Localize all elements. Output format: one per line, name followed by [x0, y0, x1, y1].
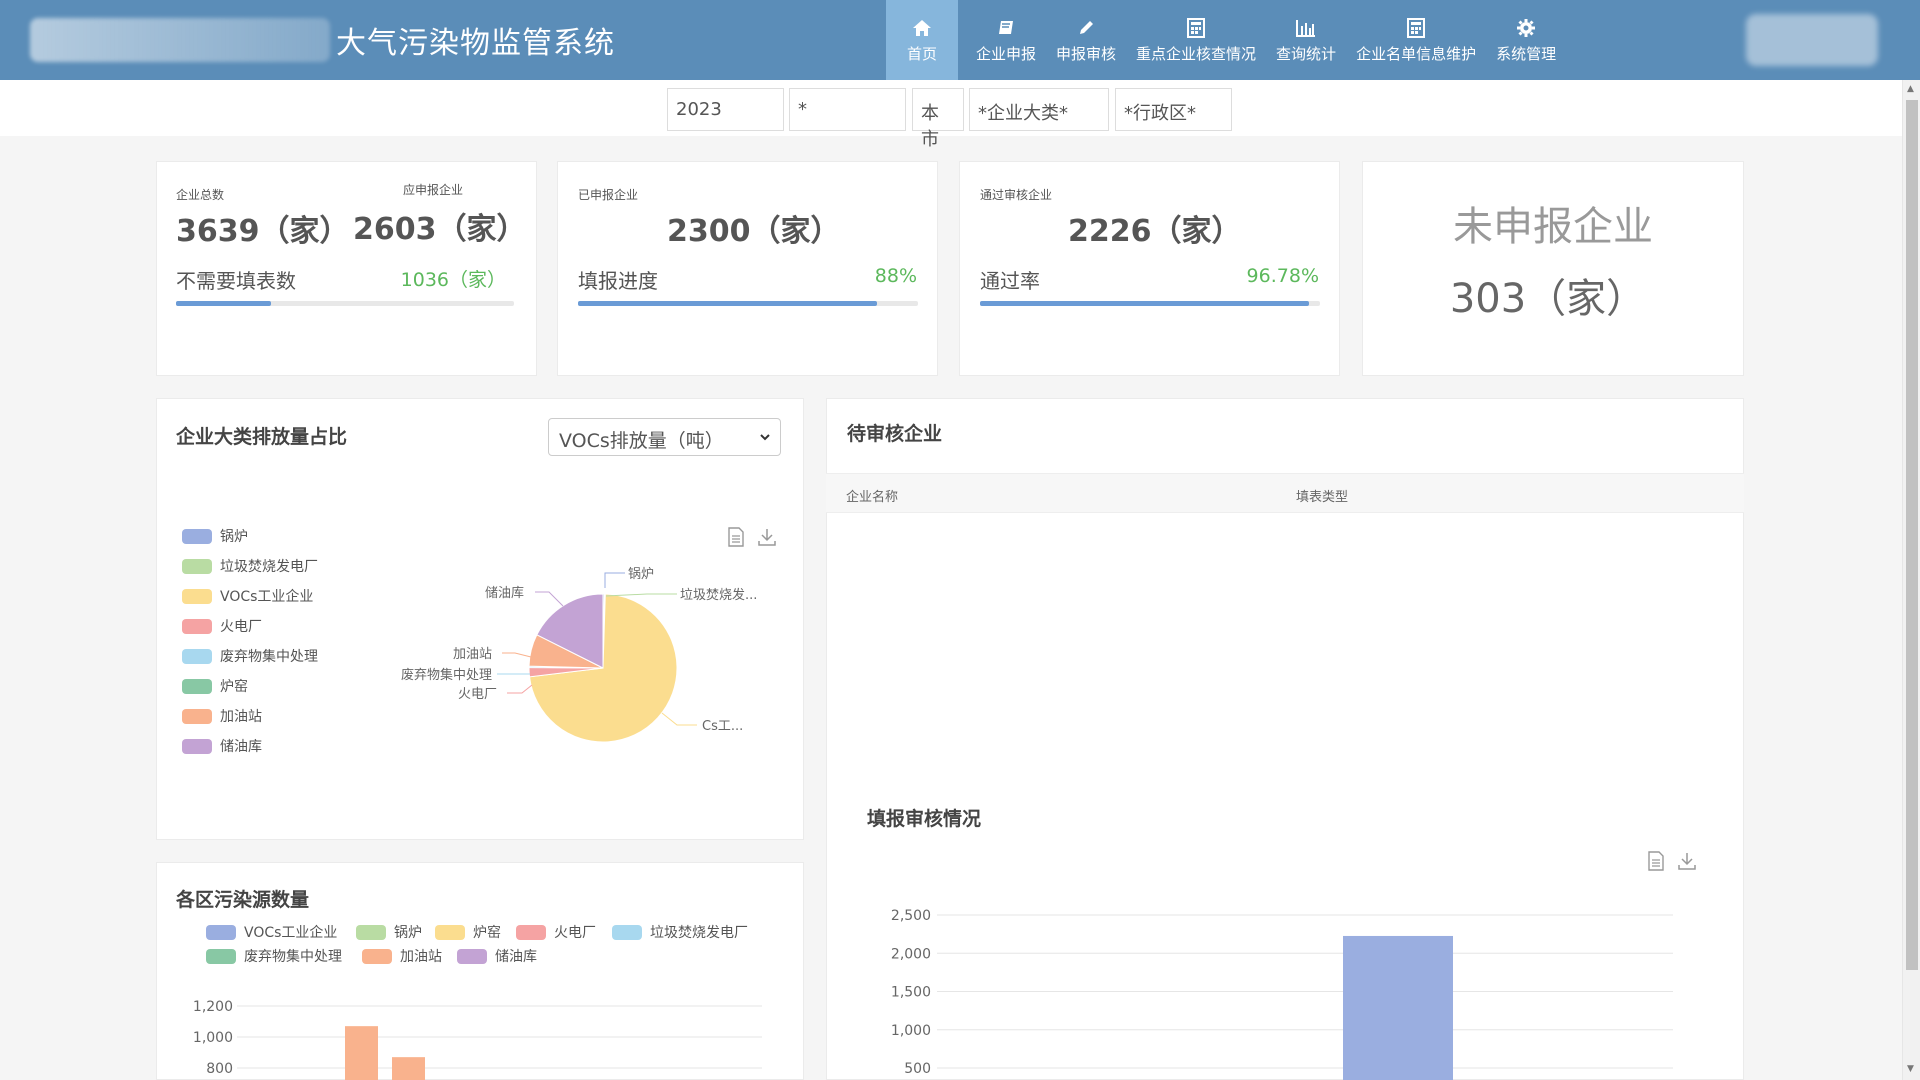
declared-label: 已申报企业 — [578, 188, 639, 202]
filter-bar: 2023 * 本市 *企业大类* *行政区* — [0, 80, 1902, 150]
pie-leader-line — [604, 572, 625, 588]
total-label: 企业总数 — [176, 188, 225, 202]
star-filter[interactable]: * — [789, 88, 906, 131]
pie-leader-line — [661, 712, 697, 726]
y-tick-label: 800 — [206, 1061, 233, 1077]
should-declare-label: 应申报企业 — [403, 183, 464, 197]
nav-home[interactable]: 首页 — [886, 0, 958, 80]
scroll-down-icon[interactable]: ▼ — [1907, 1064, 1914, 1074]
y-tick-label: 1,000 — [193, 1030, 233, 1046]
calculator-icon — [1405, 17, 1427, 39]
redacted-logo — [30, 18, 330, 62]
pie-leader-line — [507, 684, 533, 694]
emission-pie-chart: 锅炉垃圾焚烧发... 储油库加油站废弃物集中处理火电厂 Cs工... — [401, 566, 757, 743]
pie-slice-label: 加油站 — [453, 647, 492, 662]
approved-value: 2226（家） — [1068, 214, 1242, 249]
should-declare-value: 2603（家） — [353, 212, 527, 247]
home-icon — [911, 17, 933, 39]
main-nav: 首页 企业申报 申报审核 重点企业核查情况 查询统计 企业名单信息维护 系统管理 — [886, 0, 1566, 80]
brand: 大气污染物监管系统 — [30, 14, 615, 66]
pass-rate-bar — [980, 301, 1320, 306]
pencil-icon — [1075, 17, 1097, 39]
y-tick-label: 1,000 — [891, 1023, 931, 1039]
district-bar[interactable] — [345, 1026, 378, 1080]
fill-progress-bar-fill — [578, 301, 878, 306]
undeclared-title: 未申报企业 — [1453, 204, 1653, 250]
app-title: 大气污染物监管系统 — [336, 26, 615, 61]
pass-rate-bar-fill — [980, 301, 1310, 306]
district-bar[interactable] — [392, 1057, 425, 1080]
y-tick-label: 1,500 — [891, 985, 931, 1001]
district-source-panel: 各区污染源数量 VOCs工业企业 锅炉 炉窑 火电厂 垃圾焚烧发电厂 废弃物集中处理 加油站… — [156, 862, 804, 1080]
category-filter[interactable]: *企业大类* — [969, 88, 1109, 131]
pie-slice-label: 垃圾焚烧发... — [680, 587, 757, 603]
col-form-type: 填表类型 — [1296, 490, 1349, 505]
fill-progress-value: 88% — [874, 265, 917, 287]
gear-icon — [1515, 17, 1537, 39]
nav-system-admin[interactable]: 系统管理 — [1486, 0, 1566, 80]
pending-table-header: 企业名称 填表类型 — [826, 473, 1744, 513]
pass-rate-value: 96.78% — [1246, 265, 1319, 287]
pie-slice-label: 储油库 — [485, 585, 524, 601]
approved-label: 通过审核企业 — [980, 188, 1053, 202]
nav-key-enterprise-check[interactable]: 重点企业核查情况 — [1126, 0, 1266, 80]
app-header: 大气污染物监管系统 首页 企业申报 申报审核 重点企业核查情况 查询统计 企业名… — [0, 0, 1920, 80]
city-filter[interactable]: 本市 — [912, 88, 964, 150]
vertical-scrollbar[interactable]: ▲ ▼ — [1902, 80, 1920, 1080]
no-fill-value: 1036（家） — [400, 269, 506, 291]
y-tick-label: 1,200 — [193, 999, 233, 1015]
emission-share-panel: 企业大类排放量占比 VOCs排放量（吨） 锅炉 垃圾焚烧发电厂 VOCs工业企业 火电… — [156, 398, 804, 840]
pie-slice-label: 废弃物集中处理 — [401, 667, 492, 683]
calculator-icon — [1185, 17, 1207, 39]
total-value: 3639（家） — [176, 214, 350, 249]
nav-enterprise-list-maint[interactable]: 企业名单信息维护 — [1346, 0, 1486, 80]
nav-declare-review[interactable]: 申报审核 — [1046, 0, 1126, 80]
fill-progress-bar — [578, 301, 918, 306]
fill-progress-label: 填报进度 — [578, 269, 658, 293]
pie-leader-line — [535, 591, 564, 607]
district-filter[interactable]: *行政区* — [1115, 88, 1232, 131]
district-bar-chart: 1,200 1,000 800 — [193, 999, 762, 1080]
stat-card-total: 企业总数 3639（家） 应申报企业 2603（家） 不需要填表数 1036（家… — [156, 161, 537, 376]
stat-card-undeclared: 未申报企业 303（家） — [1362, 161, 1744, 376]
y-tick-label: 2,500 — [891, 908, 931, 924]
pie-leader-line — [605, 593, 677, 597]
y-tick-label: 2,000 — [891, 946, 931, 962]
pie-slice-label: Cs工... — [702, 719, 743, 734]
pass-rate-label: 通过率 — [980, 269, 1040, 293]
year-filter[interactable]: 2023 — [667, 88, 784, 131]
scrollbar-thumb[interactable] — [1906, 100, 1918, 970]
nav-query-stats[interactable]: 查询统计 — [1266, 0, 1346, 80]
pie-leader-line — [502, 652, 532, 658]
declared-value: 2300（家） — [667, 214, 841, 249]
col-enterprise-name: 企业名称 — [846, 490, 899, 505]
no-fill-label: 不需要填表数 — [176, 269, 296, 293]
undeclared-value: 303（家） — [1449, 276, 1647, 322]
pie-slice-label: 火电厂 — [458, 687, 497, 702]
stat-card-approved: 通过审核企业 2226（家） 通过率 96.78% — [959, 161, 1340, 376]
no-fill-progress-fill — [176, 301, 271, 306]
book-icon — [995, 17, 1017, 39]
nav-enterprise-declare[interactable]: 企业申报 — [966, 0, 1046, 80]
stat-card-declared: 已申报企业 2300（家） 填报进度 88% — [557, 161, 938, 376]
pie-slice-label: 锅炉 — [628, 566, 654, 582]
scroll-up-icon[interactable]: ▲ — [1907, 84, 1914, 94]
y-tick-label: 500 — [904, 1061, 931, 1077]
bar-chart-icon — [1295, 17, 1317, 39]
user-menu[interactable] — [1746, 14, 1878, 66]
no-fill-progress — [176, 301, 514, 306]
review-bar[interactable] — [1343, 935, 1453, 1080]
